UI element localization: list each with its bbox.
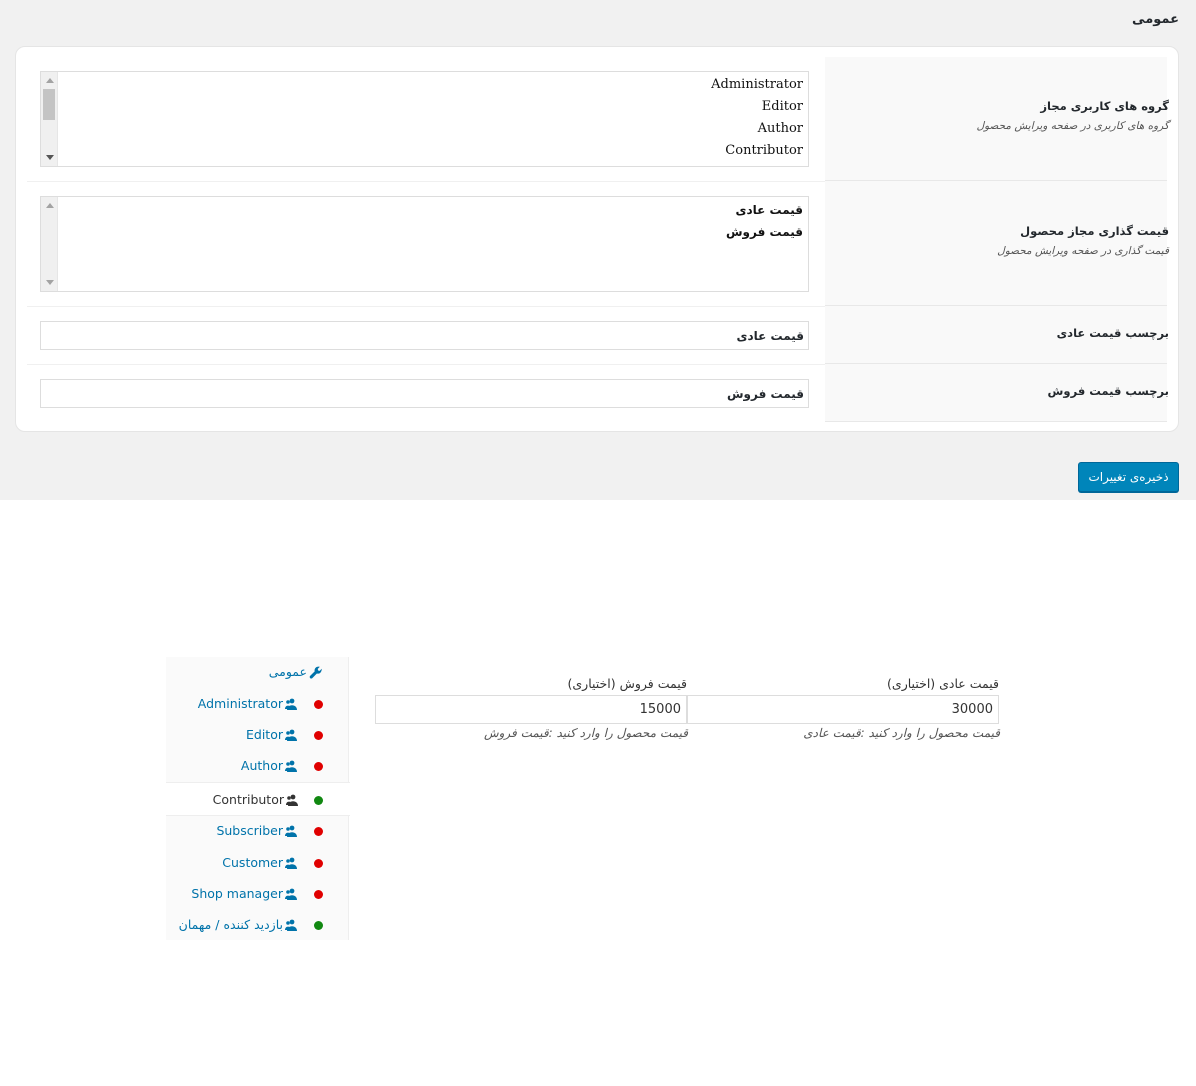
row-divider (27, 306, 825, 307)
sale-price-label-title: برچسب قیمت فروش (1047, 384, 1169, 398)
scroll-up-icon[interactable] (46, 203, 54, 208)
sale-price-label: قیمت فروش (اختیاری) (567, 676, 688, 691)
tab-role-customer[interactable]: Customer (166, 847, 349, 878)
pricing-header-cell (825, 181, 1167, 306)
regular-price-description: قیمت محصول را وارد کنید :قیمت عادی (803, 726, 1000, 740)
tab-role-editor[interactable]: Editor (166, 719, 349, 750)
users-icon (285, 825, 297, 837)
pricing-description: قیمت گذاری در صفحه ویرایش محصول (997, 245, 1169, 257)
pricing-option[interactable]: قیمت عادی (735, 203, 803, 217)
pricing-label: قیمت گذاری مجاز محصول (1020, 224, 1169, 238)
role-label: Customer (222, 855, 283, 870)
role-label: Author (240, 758, 283, 773)
user-group-option[interactable]: Contributor (725, 143, 803, 158)
tab-role-contributor[interactable]: Contributor (166, 782, 350, 816)
scroll-up-icon[interactable] (46, 78, 54, 83)
regular-price-label-input[interactable] (40, 321, 809, 350)
pricing-scrollbar[interactable] (41, 197, 58, 291)
users-icon (285, 888, 297, 900)
user-groups-description: گروه های کاربری در صفحه ویرایش محصول (976, 120, 1169, 132)
status-dot (314, 731, 323, 740)
regular-price-input[interactable] (687, 695, 999, 724)
tab-role-shop-manager[interactable]: Shop manager (166, 878, 349, 909)
status-dot (314, 859, 323, 868)
wrench-icon (309, 666, 322, 679)
role-label: بازدید کننده / مهمان (178, 917, 283, 932)
tab-general[interactable]: عمومی (166, 657, 349, 688)
users-icon (285, 919, 297, 931)
user-group-option[interactable]: Author (758, 121, 803, 136)
product-tabs: عمومی Administrator Editor Author Contri… (166, 657, 350, 940)
save-changes-button[interactable]: ذخیره‌ی تغییرات (1078, 462, 1179, 492)
user-groups-multiselect[interactable]: Administrator Editor Author Contributor (40, 71, 809, 167)
section-title: عمومی (1132, 12, 1179, 27)
sale-price-input[interactable] (375, 695, 687, 724)
users-icon (285, 857, 297, 869)
status-dot (314, 827, 323, 836)
tab-role-guest[interactable]: بازدید کننده / مهمان (166, 909, 349, 940)
users-icon (285, 698, 297, 710)
users-icon (285, 760, 297, 772)
role-label: Contributor (212, 792, 284, 807)
sale-price-description: قیمت محصول را وارد کنید :قیمت فروش (483, 726, 688, 740)
scroll-thumb[interactable] (43, 89, 55, 120)
pricing-multiselect[interactable]: قیمت عادی قیمت فروش (40, 196, 809, 292)
tab-general-label: عمومی (268, 664, 307, 679)
status-dot (314, 921, 323, 930)
regular-price-label-title: برچسب قیمت عادی (1056, 326, 1169, 340)
pricing-option[interactable]: قیمت فروش (726, 225, 803, 239)
user-groups-scrollbar[interactable] (41, 72, 58, 166)
status-dot (314, 796, 323, 805)
tab-role-author[interactable]: Author (166, 750, 349, 781)
user-group-option[interactable]: Administrator (711, 77, 803, 92)
users-icon (285, 729, 297, 741)
role-label: Editor (246, 727, 283, 742)
scroll-down-icon[interactable] (46, 280, 54, 285)
users-icon (286, 794, 298, 806)
row-divider (27, 364, 825, 365)
user-groups-header-cell (825, 57, 1167, 181)
user-group-option[interactable]: Editor (762, 99, 803, 114)
sale-price-label-input[interactable] (40, 379, 809, 408)
regular-price-label: قیمت عادی (اختیاری) (887, 676, 999, 691)
tab-role-subscriber[interactable]: Subscriber (166, 815, 349, 846)
role-label: Administrator (197, 696, 283, 711)
user-groups-label: گروه های کاربری مجاز (1040, 99, 1169, 113)
role-label: Shop manager (191, 886, 283, 901)
status-dot (314, 762, 323, 771)
row-divider (27, 181, 825, 182)
status-dot (314, 700, 323, 709)
status-dot (314, 890, 323, 899)
tab-role-administrator[interactable]: Administrator (166, 688, 349, 719)
role-label: Subscriber (216, 823, 283, 838)
scroll-down-icon[interactable] (46, 155, 54, 160)
